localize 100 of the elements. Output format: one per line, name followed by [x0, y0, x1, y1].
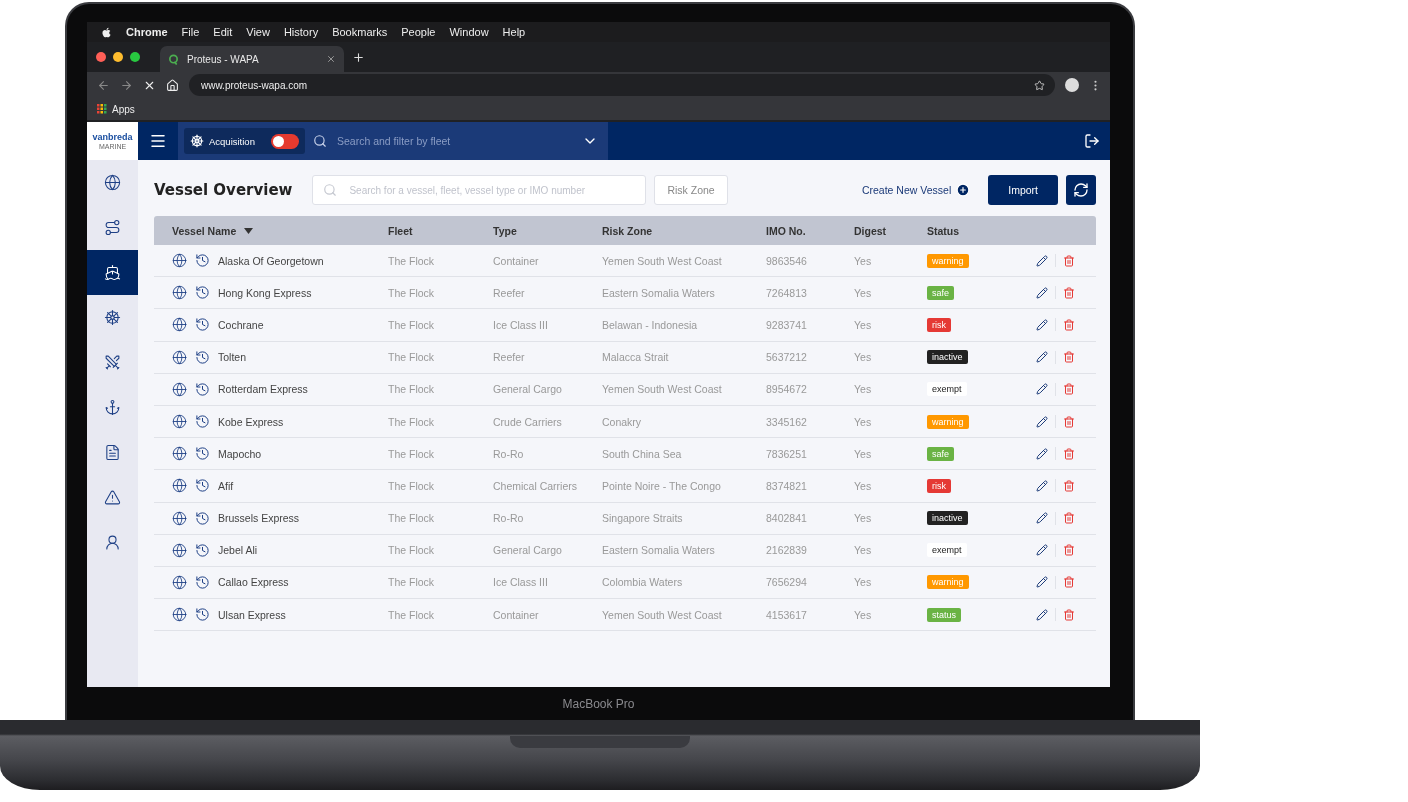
table-row[interactable]: Cochrane The Flock Ice Class III Belawan - Indonesia 9283741 Yes risk	[154, 309, 1096, 342]
table-row[interactable]: Afif The Flock Chemical Carriers Pointe Noire - The Congo 8374821 Yes risk	[154, 470, 1096, 503]
menu-item[interactable]: Edit	[213, 26, 233, 38]
delete-button[interactable]	[1063, 608, 1075, 621]
delete-button[interactable]	[1063, 415, 1075, 428]
apple-icon[interactable]	[101, 26, 112, 38]
table-row[interactable]: Brussels Express The Flock Ro-Ro Singapore Straits 8402841 Yes inactive	[154, 502, 1096, 535]
edit-button[interactable]	[1036, 512, 1048, 525]
delete-button[interactable]	[1063, 512, 1075, 525]
fleet-cell-text: The Flock	[388, 608, 436, 621]
history-icon[interactable]	[195, 414, 210, 430]
home-icon[interactable]	[166, 78, 179, 92]
table-row[interactable]: Callao Express The Flock Ice Class III Colombia Waters 7656294 Yes warning	[154, 566, 1096, 600]
profile-avatar[interactable]	[1065, 78, 1079, 92]
edit-button[interactable]	[1036, 479, 1048, 492]
import-button[interactable]: Import	[988, 175, 1058, 205]
address-field[interactable]: www.proteus-wapa.com	[189, 74, 1055, 96]
edit-button[interactable]	[1036, 415, 1048, 428]
column-header[interactable]: Risk Zone	[602, 224, 653, 237]
menu-item[interactable]: Window	[449, 26, 489, 38]
history-icon[interactable]	[195, 349, 210, 365]
table-row[interactable]: Hong Kong Express The Flock Reefer Eastern Somalia Waters 7264813 Yes safe	[154, 277, 1096, 310]
history-icon[interactable]	[195, 381, 210, 397]
history-icon[interactable]	[195, 542, 210, 558]
column-header[interactable]: IMO No.	[766, 224, 806, 237]
status-badge: risk	[927, 478, 951, 493]
bookmark-link[interactable]: Apps	[112, 103, 135, 115]
globe-icon[interactable]	[172, 478, 187, 494]
browser-tab[interactable]: Proteus - WAPA	[160, 46, 344, 72]
globe-icon[interactable]	[172, 542, 187, 558]
forward-icon[interactable]	[120, 78, 133, 92]
mode-toggle[interactable]	[271, 133, 299, 149]
globe-icon[interactable]	[172, 574, 187, 590]
fleet-search-field[interactable]: Search and filter by fleet	[335, 134, 574, 148]
menu-item[interactable]: Bookmarks	[332, 26, 388, 38]
delete-button[interactable]	[1063, 351, 1075, 364]
history-icon[interactable]	[195, 253, 210, 269]
history-icon[interactable]	[195, 446, 210, 462]
globe-icon[interactable]	[172, 414, 187, 430]
history-icon[interactable]	[195, 478, 210, 494]
sort-caret-icon[interactable]	[244, 227, 254, 234]
sidebar-item[interactable]	[87, 250, 138, 295]
apps-grid-icon[interactable]	[97, 104, 107, 114]
edit-button[interactable]	[1036, 351, 1048, 364]
type-cell-text: Ro-Ro	[493, 512, 525, 525]
delete-button[interactable]	[1063, 318, 1075, 331]
globe-icon[interactable]	[172, 381, 187, 397]
edit-button[interactable]	[1036, 544, 1048, 557]
delete-button[interactable]	[1063, 286, 1075, 299]
table-row[interactable]: Kobe Express The Flock Crude Carriers Conakry 3345162 Yes warning	[154, 405, 1096, 439]
edit-button[interactable]	[1036, 447, 1048, 460]
new-tab-icon[interactable]	[352, 50, 365, 64]
column-header[interactable]: Fleet	[388, 224, 413, 237]
globe-icon[interactable]	[172, 285, 187, 301]
delete-button[interactable]	[1063, 576, 1075, 589]
menu-item[interactable]: View	[246, 26, 270, 38]
column-header[interactable]: Type	[493, 224, 517, 237]
edit-button[interactable]	[1036, 383, 1048, 396]
delete-button[interactable]	[1063, 447, 1075, 460]
refresh-button[interactable]	[1066, 175, 1096, 205]
delete-button[interactable]	[1063, 383, 1075, 396]
table-row[interactable]: Alaska Of Georgetown The Flock Container Yemen South West Coast 9863546 Yes warning	[154, 245, 1096, 278]
history-icon[interactable]	[195, 510, 210, 526]
menu-item[interactable]: Help	[502, 26, 526, 38]
menu-item[interactable]: History	[283, 26, 319, 38]
table-row[interactable]: Rotterdam Express The Flock General Cargo Yemen South West Coast 8954672 Yes exempt	[154, 373, 1096, 406]
table-row[interactable]: Ulsan Express The Flock Container Yemen South West Coast 4153617 Yes status	[154, 599, 1096, 632]
delete-button[interactable]	[1063, 544, 1075, 557]
edit-button[interactable]	[1036, 608, 1048, 621]
logout-icon[interactable]	[1084, 133, 1100, 149]
delete-button[interactable]	[1063, 254, 1075, 267]
delete-button[interactable]	[1063, 479, 1075, 492]
risk-zone-button[interactable]: Risk Zone	[654, 175, 728, 205]
create-vessel-link[interactable]: Create New Vessel	[861, 183, 971, 197]
globe-icon[interactable]	[172, 607, 187, 623]
globe-icon[interactable]	[172, 446, 187, 462]
edit-button[interactable]	[1036, 576, 1048, 589]
edit-button[interactable]	[1036, 318, 1048, 331]
table-row[interactable]: Mapocho The Flock Ro-Ro South China Sea 7836251 Yes safe	[154, 438, 1096, 471]
edit-button[interactable]	[1036, 254, 1048, 267]
close-icon[interactable]	[326, 54, 336, 64]
history-icon[interactable]	[195, 574, 210, 590]
column-header[interactable]: Vessel Name	[172, 224, 237, 237]
globe-icon[interactable]	[172, 317, 187, 333]
history-icon[interactable]	[195, 317, 210, 333]
column-header[interactable]: Status	[927, 224, 960, 237]
globe-icon[interactable]	[172, 349, 187, 365]
menu-item[interactable]: File	[181, 26, 200, 38]
column-header[interactable]: Digest	[854, 224, 887, 237]
back-icon[interactable]	[97, 78, 110, 92]
history-icon[interactable]	[195, 285, 210, 301]
globe-icon[interactable]	[172, 510, 187, 526]
table-row[interactable]: Tolten The Flock Reefer Malacca Strait 5637212 Yes inactive	[154, 341, 1096, 374]
globe-icon[interactable]	[172, 253, 187, 269]
table-row[interactable]: Jebel Ali The Flock General Cargo Eastern Somalia Waters 2162839 Yes exempt	[154, 534, 1096, 567]
history-icon[interactable]	[195, 607, 210, 623]
edit-button[interactable]	[1036, 286, 1048, 299]
menu-item[interactable]: People	[401, 26, 436, 38]
star-icon[interactable]	[1034, 79, 1045, 91]
menu-item[interactable]: Chrome	[126, 26, 168, 38]
